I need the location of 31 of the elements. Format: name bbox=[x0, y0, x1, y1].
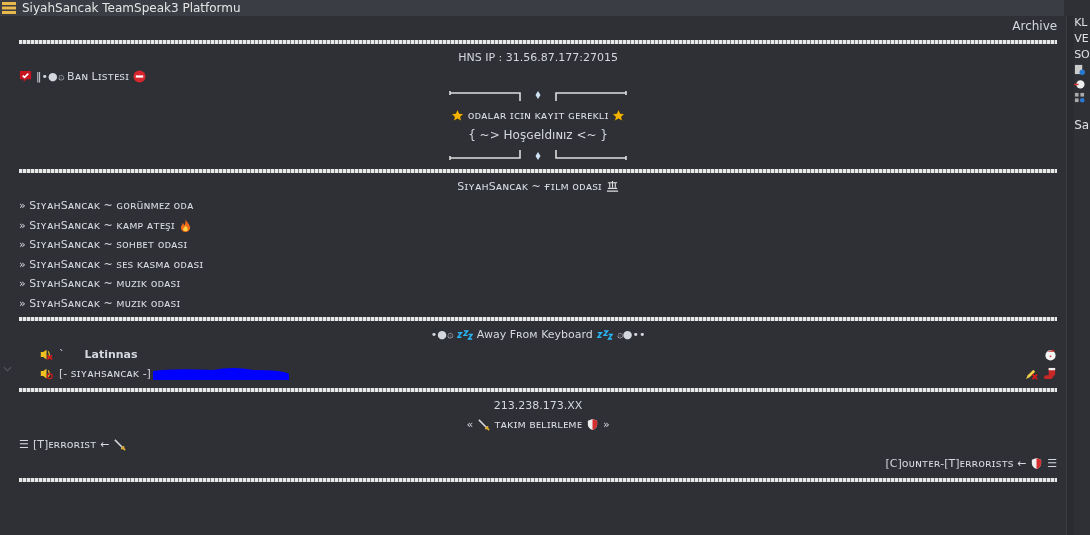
channel-name[interactable]: [C]ᴏᴜɴᴛᴇʀ-[T]ᴇʀʀᴏʀɪsᴛs ← bbox=[885, 457, 1027, 471]
menu-icon[interactable]: ☰ bbox=[1047, 457, 1058, 471]
channel-name[interactable]: » SɪʏᴀʜSᴀɴᴄᴀᴋ ~ sᴏʜʙᴇᴛ ᴏᴅᴀsɪ bbox=[19, 238, 188, 252]
client-name[interactable]: [- sɪʏᴀʜsᴀɴᴄᴀᴋ -] bbox=[59, 367, 151, 381]
channel-name[interactable]: » SɪʏᴀʜSᴀɴᴄᴀᴋ ~ ᴍᴜᴢɪᴋ ᴏᴅᴀsɪ bbox=[19, 296, 181, 310]
info-label: VE bbox=[1074, 32, 1090, 45]
channel-name[interactable]: » SɪʏᴀʜSᴀɴᴄᴀᴋ ~ sᴇs ᴋᴀsᴍᴀ ᴏᴅᴀsɪ bbox=[19, 257, 204, 271]
channel-name[interactable]: SɪʏᴀʜSᴀɴᴄᴀᴋ ~ ғɪʟᴍ ᴏᴅᴀsɪ bbox=[457, 179, 602, 193]
channel-name[interactable]: •●۞ bbox=[430, 328, 453, 342]
client-prefix: ` bbox=[59, 347, 65, 361]
channel-name[interactable]: » SɪʏᴀʜSᴀɴᴄᴀᴋ ~ ᴍᴜᴢɪᴋ ᴏᴅᴀsɪ bbox=[19, 277, 181, 291]
channel-name[interactable]: ۞●•• bbox=[616, 328, 646, 342]
channel-name[interactable]: » SɪʏᴀʜSᴀɴᴄᴀᴋ ~ ᴋᴀᴍᴘ ᴀᴛᴇşɪ bbox=[19, 218, 175, 232]
channel-name[interactable]: { ~> Hoşɢeldıɴız <~ } bbox=[468, 128, 608, 143]
info-label: SO bbox=[1074, 48, 1090, 61]
channel-name[interactable]: 213.238.173.XX bbox=[493, 398, 583, 412]
section-label: Sa bbox=[1074, 118, 1090, 132]
channel-name[interactable]: [T]ᴇʀʀᴏʀɪsᴛ ← bbox=[32, 437, 110, 451]
channel-name[interactable]: « bbox=[466, 418, 474, 432]
channel-name[interactable]: ᴛᴀᴋɪᴍ ʙᴇʟɪʀʟᴇᴍᴇ bbox=[494, 418, 583, 432]
menu-icon[interactable]: ☰ bbox=[19, 437, 29, 451]
info-label: KL bbox=[1074, 16, 1089, 29]
window-title: SiyahSancak TeamSpeak3 Platformu bbox=[22, 1, 241, 15]
channel-name[interactable]: » bbox=[603, 418, 610, 432]
client-name[interactable]: Latinnas bbox=[84, 347, 138, 361]
channel-name[interactable]: Away Fʀᴏᴍ Keyboard bbox=[476, 328, 593, 342]
channel-name[interactable]: » SɪʏᴀʜSᴀɴᴄᴀᴋ ~ ɢᴏʀüɴᴍᴇᴢ ᴏᴅᴀ bbox=[19, 199, 194, 213]
channel-name[interactable]: ᴏᴅᴀʟᴀʀ ɪᴄɪɴ ᴋᴀʏɪᴛ ɢᴇʀᴇᴋʟɪ bbox=[467, 109, 609, 123]
channel-name[interactable]: ‖•●۞ Bᴀɴ Lɪsᴛᴇsɪ bbox=[36, 70, 130, 84]
channel-name[interactable]: HNS IP : 31.56.87.177:27015 bbox=[458, 50, 618, 64]
archive-link[interactable]: Archive bbox=[1012, 18, 1058, 33]
